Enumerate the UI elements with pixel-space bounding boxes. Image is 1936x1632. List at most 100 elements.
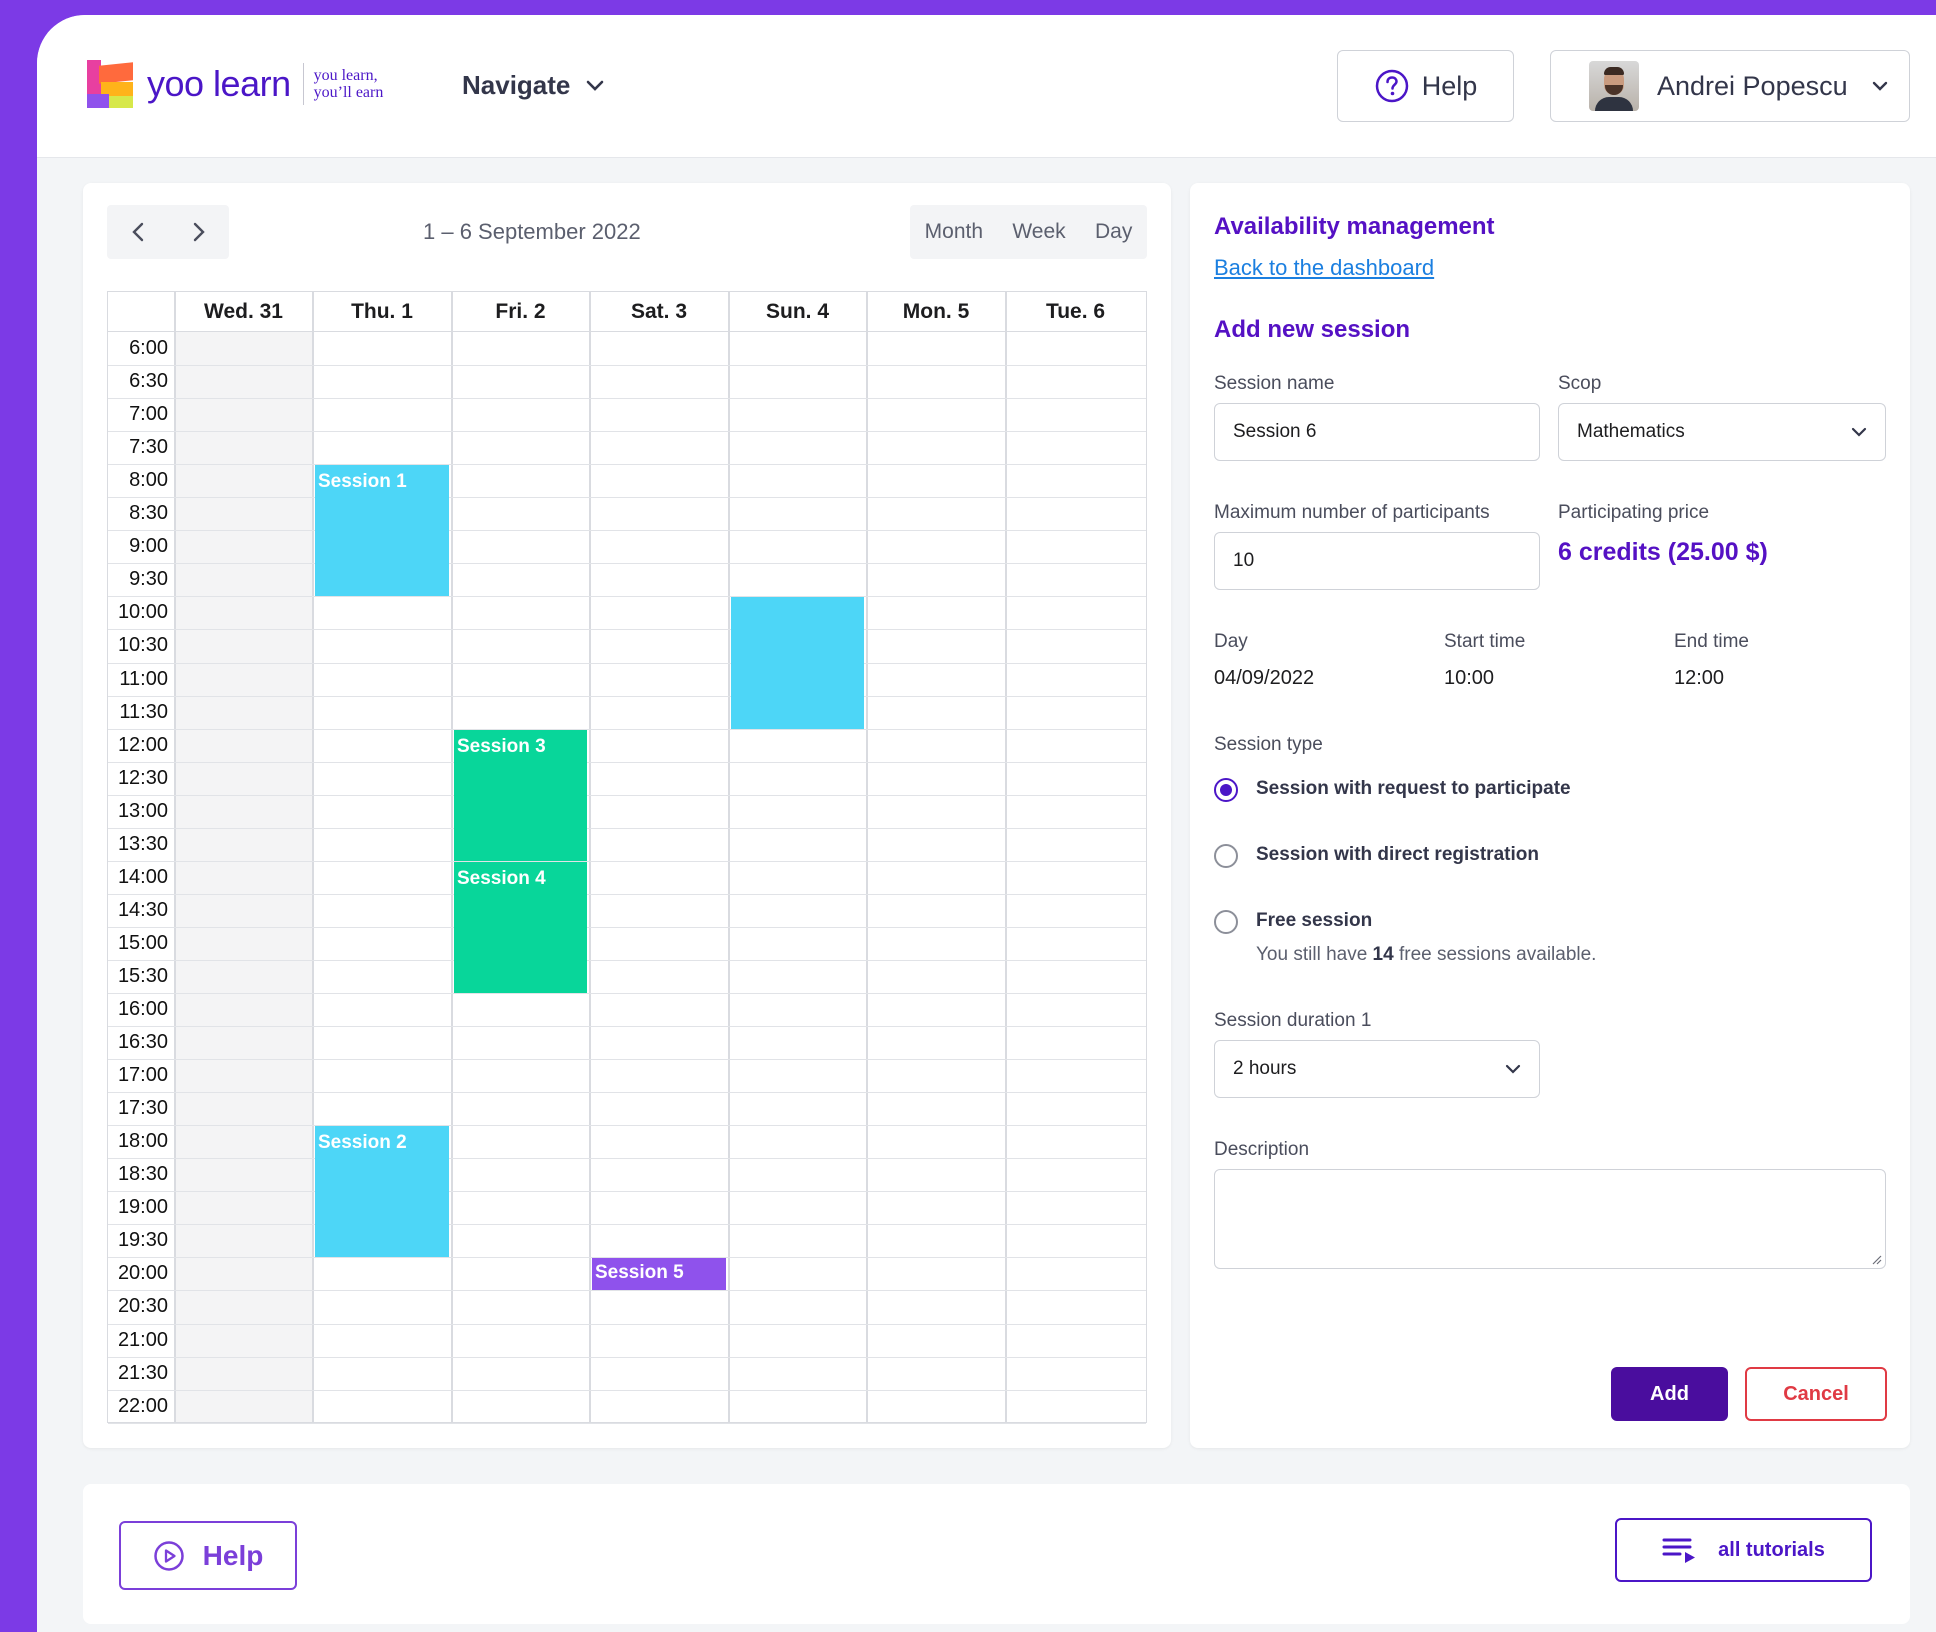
session-type-label: Session type: [1214, 734, 1323, 755]
type-option-request[interactable]: Session with request to participate: [1214, 776, 1814, 806]
max-participants-value: 10: [1233, 550, 1255, 571]
description-label: Description: [1214, 1139, 1310, 1160]
column-divider: [589, 292, 591, 1422]
footer-card: Help all tutorials: [83, 1484, 1910, 1624]
duration-label: Session duration 1: [1214, 1010, 1372, 1031]
row-divider: [108, 1125, 1146, 1127]
type-option-label: Free session: [1256, 910, 1373, 931]
price-label: Participating price: [1558, 502, 1710, 523]
footer-help-button[interactable]: Help: [119, 1521, 297, 1590]
tagline-line-2: you’ll earn: [313, 84, 384, 101]
form-title: Availability management: [1214, 213, 1495, 240]
end-time-value: 12:00: [1674, 667, 1725, 689]
help-button[interactable]: Help: [1337, 50, 1514, 122]
view-month[interactable]: Month: [925, 220, 983, 244]
logo-text: yoo learn: [147, 63, 291, 104]
row-divider: [108, 926, 1146, 928]
row-divider: [108, 1092, 1146, 1094]
session-event[interactable]: [731, 597, 864, 729]
chevron-left-icon[interactable]: [130, 221, 146, 243]
time-label: 13:00: [117, 799, 168, 822]
row-divider: [108, 365, 1146, 367]
time-label: 7:00: [129, 403, 168, 426]
resize-handle-icon[interactable]: [1870, 1253, 1882, 1265]
time-label: 7:30: [129, 436, 168, 459]
day-header: Thu. 1: [312, 292, 451, 332]
row-divider: [108, 530, 1146, 532]
view-day[interactable]: Day: [1095, 220, 1132, 244]
session-event[interactable]: Session 5: [592, 1258, 726, 1291]
date-range-label: 1 – 6 September 2022: [423, 219, 641, 244]
row-divider: [108, 431, 1146, 433]
scope-select[interactable]: Mathematics: [1558, 403, 1886, 461]
scope-label: Scop: [1558, 373, 1602, 394]
tagline-line-1: you learn,: [313, 67, 378, 84]
row-divider: [108, 1422, 1146, 1424]
row-divider: [108, 398, 1146, 400]
price-value: 6 credits (25.00 $): [1558, 538, 1768, 566]
user-name: Andrei Popescu: [1657, 70, 1848, 101]
row-divider: [108, 1158, 1146, 1160]
logo-mark-icon: [87, 60, 135, 108]
max-participants-field[interactable]: 10: [1214, 532, 1540, 590]
row-divider: [108, 1224, 1146, 1226]
day-header-row: Wed. 31 Thu. 1 Fri. 2 Sat. 3 Sun. 4 Mon.…: [108, 292, 1146, 332]
chevron-right-icon[interactable]: [191, 221, 207, 243]
start-time-value: 10:00: [1444, 667, 1495, 689]
chevron-down-icon: [1505, 1064, 1521, 1074]
time-label: 21:00: [117, 1328, 168, 1351]
radio-selected[interactable]: [1214, 778, 1238, 802]
back-to-dashboard-link[interactable]: Back to the dashboard: [1214, 255, 1434, 281]
time-label: 19:30: [117, 1229, 168, 1252]
session-name-value: Session 6: [1233, 421, 1317, 442]
user-menu[interactable]: Andrei Popescu: [1550, 50, 1910, 122]
navigate-menu[interactable]: Navigate: [462, 70, 604, 101]
past-day-shade: [174, 332, 312, 1422]
time-label: 21:30: [117, 1361, 168, 1384]
time-label: 16:30: [117, 1031, 168, 1054]
row-divider: [108, 1059, 1146, 1061]
time-label: 6:00: [129, 337, 168, 359]
day-header: Sat. 3: [589, 292, 728, 332]
row-divider: [108, 794, 1146, 796]
session-event[interactable]: Session 2: [315, 1126, 449, 1258]
section-title: Add new session: [1214, 316, 1411, 343]
avatar: [1589, 61, 1639, 111]
type-option-free[interactable]: Free session: [1214, 908, 1814, 938]
time-label: 11:30: [119, 700, 168, 723]
row-divider: [108, 761, 1146, 763]
session-name-field[interactable]: Session 6: [1214, 403, 1540, 461]
add-button[interactable]: Add: [1611, 1367, 1728, 1421]
logo[interactable]: yoo learn you learn, you’ll earn: [87, 60, 383, 108]
all-tutorials-button[interactable]: all tutorials: [1615, 1518, 1872, 1582]
week-grid: Wed. 31 Thu. 1 Fri. 2 Sat. 3 Sun. 4 Mon.…: [107, 291, 1147, 1424]
view-week[interactable]: Week: [1012, 220, 1065, 244]
description-textarea[interactable]: [1214, 1169, 1886, 1269]
time-label: 8:30: [129, 502, 168, 525]
time-label: 10:30: [117, 634, 168, 657]
session-event[interactable]: Session 1: [315, 465, 449, 597]
time-label: 18:00: [117, 1130, 168, 1153]
footer-help-label: Help: [202, 1539, 264, 1571]
session-event[interactable]: Session 3: [454, 729, 587, 861]
duration-select[interactable]: 2 hours: [1214, 1040, 1540, 1098]
time-label: 11:00: [119, 667, 168, 690]
chevron-down-icon: [587, 80, 604, 91]
all-tutorials-label: all tutorials: [1718, 1538, 1825, 1561]
session-event[interactable]: Session 4: [454, 861, 587, 993]
time-label: 15:00: [117, 931, 168, 954]
time-label: 17:00: [117, 1064, 168, 1087]
type-option-direct[interactable]: Session with direct registration: [1214, 842, 1814, 872]
day-header: Sun. 4: [728, 292, 866, 332]
calendar-card: 1 – 6 September 2022 Month Week Day Wed.…: [83, 183, 1171, 1448]
time-label: 13:30: [117, 832, 168, 855]
time-label: 14:30: [117, 898, 168, 921]
radio-unselected[interactable]: [1214, 910, 1238, 934]
column-divider: [312, 292, 314, 1422]
radio-unselected[interactable]: [1214, 844, 1238, 868]
row-divider: [108, 464, 1146, 466]
column-divider: [866, 292, 868, 1422]
day-label: Day: [1214, 631, 1248, 652]
start-time-label: Start time: [1444, 631, 1526, 652]
cancel-button[interactable]: Cancel: [1745, 1367, 1887, 1421]
